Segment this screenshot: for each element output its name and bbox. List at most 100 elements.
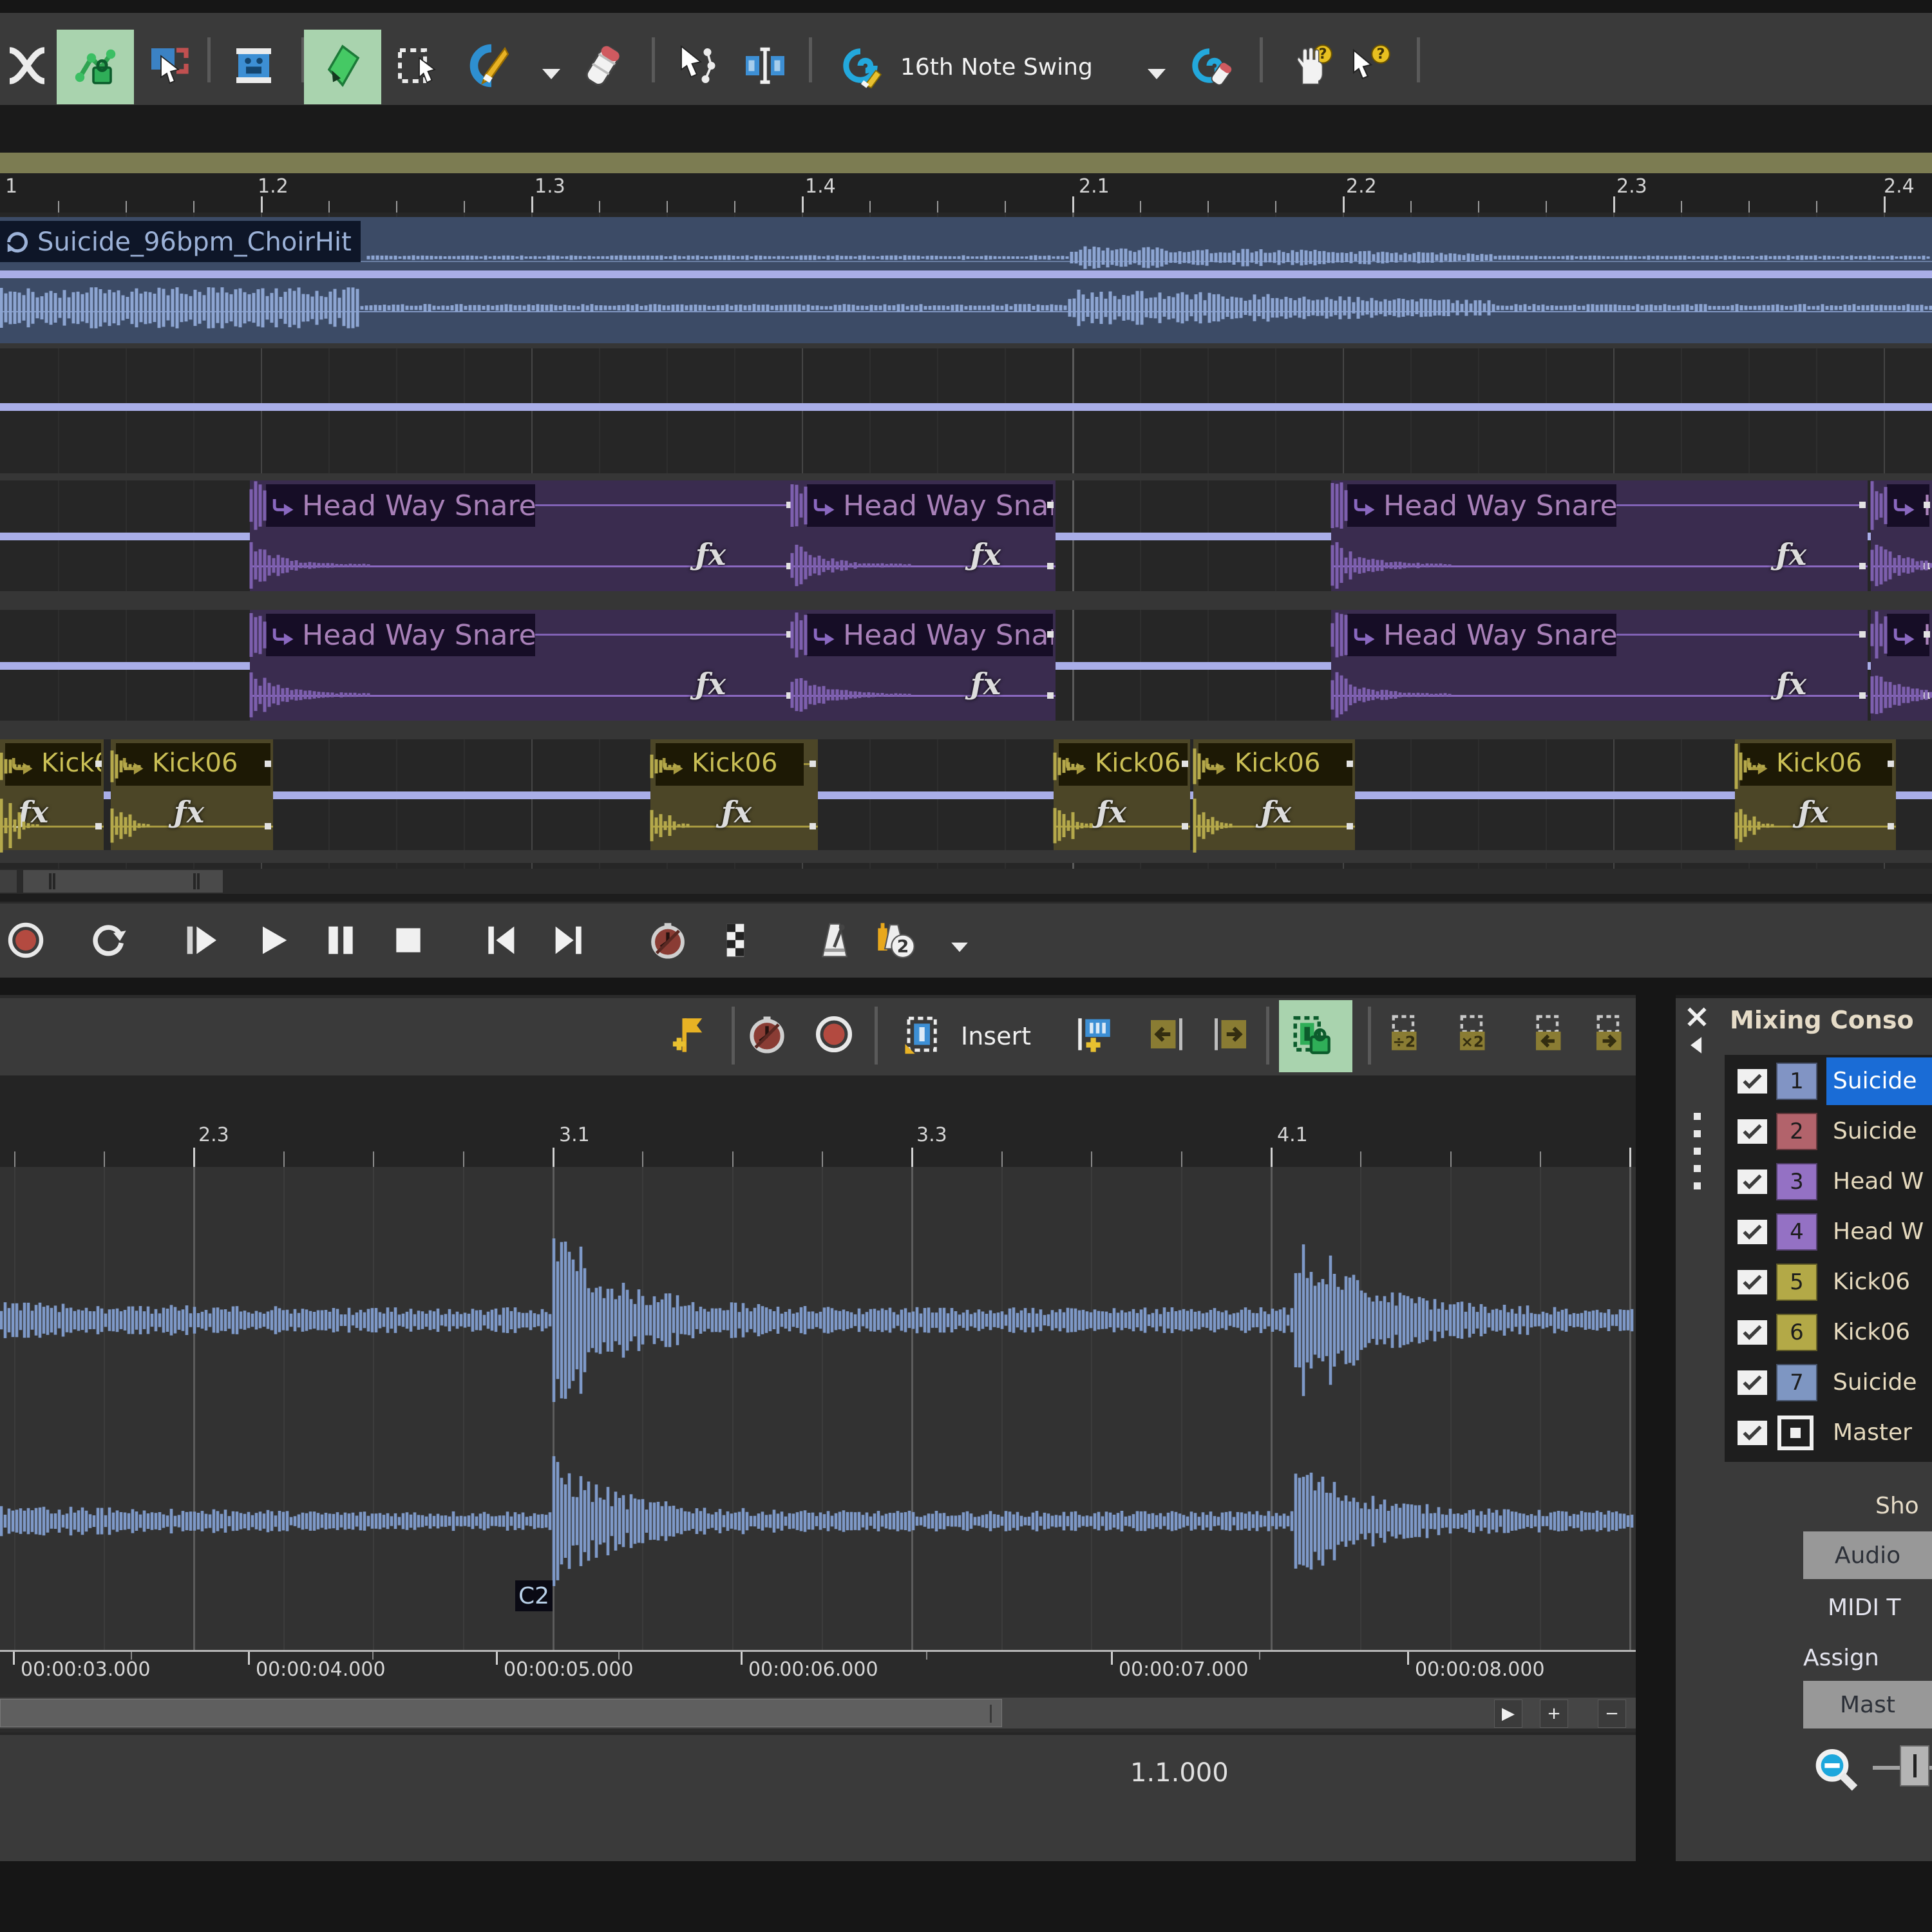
clip-handle[interactable]: [1047, 563, 1054, 569]
record-button[interactable]: [5, 920, 46, 961]
track-select-tool[interactable]: [146, 43, 192, 89]
fx-badge[interactable]: ƒx: [1776, 667, 1806, 701]
zoom-in-button[interactable]: +: [1540, 1700, 1568, 1728]
trim-tool[interactable]: [742, 43, 788, 89]
kick-clip[interactable]: Kick06 ƒx: [650, 739, 818, 850]
clip-handle[interactable]: [1888, 823, 1894, 829]
clip-handle[interactable]: [1047, 631, 1054, 638]
add-marker-button[interactable]: [668, 1013, 711, 1056]
metronome-countin-button[interactable]: 2: [875, 920, 916, 961]
envelope-line-track5[interactable]: [0, 791, 1932, 799]
clip-handle[interactable]: [1859, 563, 1866, 569]
snare-clip[interactable]: Head Way Snare: [1871, 610, 1932, 721]
close-icon[interactable]: [1685, 1005, 1709, 1029]
track-checkbox[interactable]: [1738, 1421, 1767, 1445]
snare-clip[interactable]: Head Way Snareƒx: [250, 610, 795, 721]
clip-handle[interactable]: [810, 761, 816, 767]
dropdown-arrow[interactable]: [945, 933, 974, 961]
snare-clip[interactable]: Head Way Snareƒx: [1331, 480, 1868, 591]
clip-handle[interactable]: [95, 761, 102, 767]
selection-right-button[interactable]: [1589, 1013, 1632, 1056]
snare-clip[interactable]: Head Way Snare ƒx: [1331, 610, 1868, 721]
play-button[interactable]: [252, 920, 294, 961]
eraser-tool[interactable]: [580, 43, 626, 89]
go-to-end-button[interactable]: [549, 920, 590, 961]
snare-clip[interactable]: Head Way Snare: [1871, 480, 1932, 591]
crossfade-tool[interactable]: [4, 43, 50, 89]
scroll-right-button[interactable]: ▶: [1494, 1700, 1522, 1728]
clip-handle[interactable]: [1347, 761, 1353, 767]
fx-badge[interactable]: ƒx: [18, 795, 48, 829]
clip-handle[interactable]: [1888, 761, 1894, 767]
editor-scrollbar-thumb[interactable]: [0, 1699, 1002, 1727]
track-scroll-corner[interactable]: [0, 870, 17, 893]
console-track-row[interactable]: 3Head W: [1725, 1158, 1932, 1206]
audio-tracks-button[interactable]: Audio: [1803, 1531, 1932, 1579]
timer-record-button[interactable]: [746, 1013, 788, 1056]
clip-handle[interactable]: [1924, 631, 1930, 638]
selection-double-button[interactable]: ×2: [1453, 1013, 1495, 1056]
console-track-row[interactable]: 7Suicide: [1725, 1359, 1932, 1406]
track-checkbox[interactable]: [1738, 1119, 1767, 1144]
console-track-row[interactable]: 1Suicide: [1725, 1057, 1932, 1105]
kick-clip-label[interactable]: Kick06: [1198, 743, 1352, 786]
clip-handle[interactable]: [1182, 761, 1188, 767]
zoom-out-button[interactable]: −: [1598, 1700, 1626, 1728]
clip-handle[interactable]: [1924, 502, 1930, 508]
clip-handle[interactable]: [1347, 823, 1353, 829]
stop-button[interactable]: [388, 920, 429, 961]
snare-clip[interactable]: Head Way Snareƒx: [250, 480, 795, 591]
selection-half-button[interactable]: ÷2: [1385, 1013, 1427, 1056]
add-track-button[interactable]: [1073, 1013, 1115, 1056]
clip-handle[interactable]: [95, 823, 102, 829]
nudge-left-button[interactable]: [1144, 1013, 1186, 1056]
selection-left-button[interactable]: [1529, 1013, 1571, 1056]
groove-tool[interactable]: [837, 43, 884, 89]
console-track-row[interactable]: 6Kick06: [1725, 1309, 1932, 1356]
collapse-icon[interactable]: [1686, 1034, 1708, 1056]
kick-clip-label[interactable]: Kick06: [1740, 743, 1892, 786]
fx-badge[interactable]: ƒx: [1798, 795, 1828, 829]
track-scrollbar-thumb[interactable]: [23, 870, 223, 893]
clip-handle[interactable]: [1182, 823, 1188, 829]
kick-clip-label[interactable]: Kick06: [116, 743, 270, 786]
kick-clip[interactable]: Kick06 ƒx: [1054, 739, 1190, 850]
editor-ruler[interactable]: [0, 1075, 1636, 1167]
envelope-line-track2[interactable]: [0, 403, 1932, 411]
lock-envelopes-button[interactable]: [1289, 1013, 1337, 1061]
editor-wave-area[interactable]: [0, 1167, 1636, 1650]
assignable-fx-button[interactable]: Assign: [1803, 1645, 1879, 1671]
console-track-row[interactable]: 4Head W: [1725, 1208, 1932, 1256]
clip-handle[interactable]: [265, 761, 271, 767]
cursor-help-tool[interactable]: ?: [1346, 43, 1392, 89]
paint-tool[interactable]: [466, 43, 513, 89]
midi-tracks-button[interactable]: MIDI T: [1828, 1595, 1900, 1621]
console-track-row[interactable]: Master: [1725, 1409, 1932, 1457]
fx-badge[interactable]: ƒx: [696, 667, 726, 701]
film-event-tool[interactable]: [231, 43, 277, 89]
insert-event-button[interactable]: [902, 1013, 944, 1056]
track-checkbox[interactable]: [1738, 1320, 1767, 1345]
fx-badge[interactable]: ƒx: [696, 537, 726, 572]
groove-erase-tool[interactable]: [1188, 43, 1235, 89]
track-checkbox[interactable]: [1738, 1220, 1767, 1244]
fx-badge[interactable]: ƒx: [971, 537, 1001, 572]
fx-badge[interactable]: ƒx: [721, 795, 752, 829]
zoom-out-icon[interactable]: [1810, 1744, 1861, 1795]
track-checkbox[interactable]: [1738, 1069, 1767, 1094]
selection-tool[interactable]: [394, 43, 440, 89]
loop-playback-button[interactable]: [88, 920, 129, 961]
kick-clip-label[interactable]: Kick06: [5, 743, 101, 786]
kick-clip-label[interactable]: Kick06: [1059, 743, 1188, 786]
fx-badge[interactable]: ƒx: [174, 795, 204, 829]
snare-clip-label[interactable]: Head Way Snare: [1347, 614, 1616, 656]
nudge-right-button[interactable]: [1211, 1013, 1253, 1056]
kick-clip-label[interactable]: Kick06: [656, 743, 804, 786]
play-from-start-button[interactable]: [180, 920, 222, 961]
dropdown-arrow[interactable]: [1141, 58, 1172, 89]
kick-clip[interactable]: Kick06 ƒx: [111, 739, 273, 850]
metronome-button[interactable]: [814, 920, 855, 961]
console-track-row[interactable]: 2Suicide: [1725, 1108, 1932, 1155]
fx-badge[interactable]: ƒx: [1096, 795, 1126, 829]
timer-record-button[interactable]: [647, 920, 688, 961]
